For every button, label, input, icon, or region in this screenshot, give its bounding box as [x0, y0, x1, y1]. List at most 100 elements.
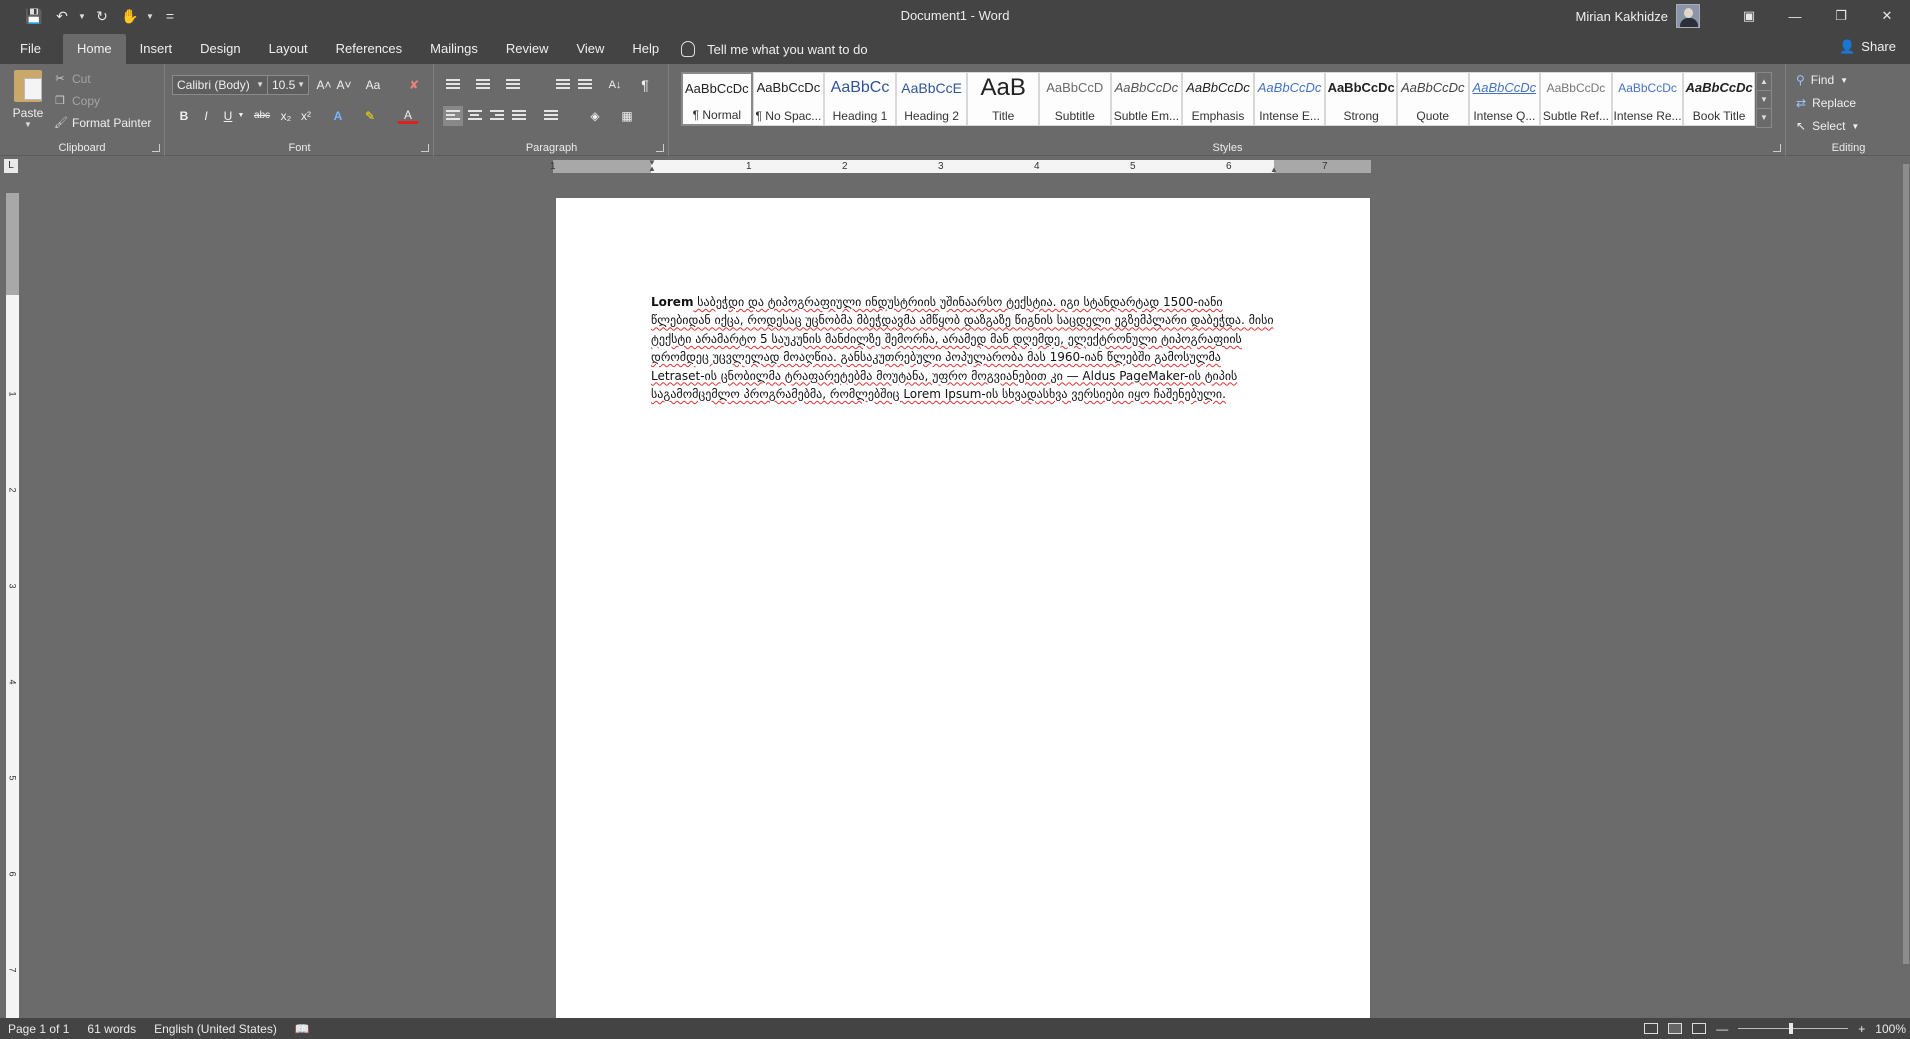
superscript-button[interactable]: x²	[296, 106, 316, 126]
styles-scrollbar[interactable]: ▲ ▼ ▼	[1756, 72, 1772, 128]
multilevel-list-icon[interactable]	[503, 75, 523, 95]
style-subtitle[interactable]: AaBbCcD Subtitle	[1038, 72, 1111, 126]
zoom-out-icon[interactable]: —	[1716, 1022, 1728, 1036]
tab-design[interactable]: Design	[186, 34, 254, 64]
select-button[interactable]: ↖ Select ▼	[1796, 116, 1859, 136]
style-intense-reference[interactable]: AaBbCcDc Intense Re...	[1611, 72, 1684, 126]
tab-help[interactable]: Help	[618, 34, 673, 64]
cut-button[interactable]: ✂ Cut	[54, 70, 90, 88]
show-formatting-button[interactable]: ¶	[635, 75, 655, 95]
language[interactable]: English (United States)	[154, 1022, 277, 1036]
strikethrough-button[interactable]: abc	[250, 106, 274, 126]
avatar[interactable]	[1676, 4, 1700, 28]
subscript-button[interactable]: x₂	[276, 106, 296, 126]
copy-button[interactable]: ❐ Copy	[54, 92, 100, 110]
bullets-icon[interactable]	[443, 75, 463, 95]
align-left-icon[interactable]	[443, 106, 463, 126]
bold-button[interactable]: B	[174, 106, 194, 126]
zoom-slider-thumb[interactable]	[1789, 1023, 1794, 1034]
shrink-font-button[interactable]: A˅	[334, 75, 354, 95]
paragraph-launcher-icon[interactable]	[656, 144, 664, 152]
scrollbar-thumb[interactable]	[1903, 164, 1909, 964]
format-painter-button[interactable]: 🖌 Format Painter	[54, 114, 151, 132]
styles-launcher-icon[interactable]	[1773, 144, 1781, 152]
sort-button[interactable]: A↓	[605, 75, 625, 95]
read-mode-icon[interactable]	[1644, 1023, 1659, 1034]
proofing-icon[interactable]: 📖	[295, 1022, 310, 1036]
right-indent-marker-icon[interactable]: ▲	[1270, 166, 1278, 174]
decrease-indent-icon[interactable]	[553, 75, 573, 95]
clipboard-launcher-icon[interactable]	[152, 144, 160, 152]
chevron-down-icon[interactable]: ▼	[1757, 91, 1771, 109]
web-layout-icon[interactable]	[1692, 1023, 1707, 1034]
highlighter-icon[interactable]: ✎	[360, 106, 380, 126]
undo-dropdown-icon[interactable]: ▼	[76, 12, 88, 21]
ribbon-display-options-icon[interactable]: ▣	[1726, 0, 1772, 32]
document-body[interactable]: Lorem საბეჭდი და ტიპოგრაფიული ინდუსტრიის…	[651, 293, 1277, 403]
underline-button[interactable]: U	[218, 106, 238, 126]
text-effects-button[interactable]: A	[328, 106, 348, 126]
borders-icon[interactable]: ▦	[617, 106, 637, 126]
save-icon[interactable]: 💾	[20, 2, 48, 30]
grow-font-button[interactable]: A˄	[314, 75, 334, 95]
zoom-in-icon[interactable]: +	[1858, 1022, 1865, 1036]
style-heading-2[interactable]: AaBbCcE Heading 2	[895, 72, 968, 126]
tell-me-box[interactable]: Tell me what you want to do	[681, 34, 868, 64]
font-name-combo[interactable]: Calibri (Body) ▼	[172, 75, 268, 95]
tab-insert[interactable]: Insert	[126, 34, 187, 64]
horizontal-ruler[interactable]: 1 1 2 3 4 5 6 7 ▼ ▲ ▲	[550, 159, 1371, 174]
user-name[interactable]: Mirian Kakhidze	[1576, 9, 1669, 24]
redo-icon[interactable]: ↻	[88, 2, 116, 30]
font-color-button[interactable]: A	[398, 106, 418, 124]
chevron-up-icon[interactable]: ▲	[1757, 73, 1771, 91]
style-intense-quote[interactable]: AaBbCcDc Intense Q...	[1468, 72, 1541, 126]
font-launcher-icon[interactable]	[421, 144, 429, 152]
style-title[interactable]: AaB Title	[967, 72, 1039, 126]
share-button[interactable]: 👤 Share	[1839, 32, 1896, 62]
underline-dropdown-icon[interactable]: ▼	[236, 106, 246, 126]
page-count[interactable]: Page 1 of 1	[8, 1022, 69, 1036]
word-count[interactable]: 61 words	[87, 1022, 136, 1036]
vertical-scrollbar[interactable]	[1902, 158, 1910, 1018]
vertical-ruler[interactable]: 1 1 2 3 4 5 6 7	[6, 193, 19, 1018]
close-icon[interactable]: ✕	[1864, 0, 1910, 32]
clear-formatting-icon[interactable]: ✘	[404, 75, 424, 95]
replace-button[interactable]: ⇄ Replace	[1796, 93, 1856, 113]
style-no-spacing[interactable]: AaBbCcDc ¶ No Spac...	[752, 72, 825, 126]
tab-home[interactable]: Home	[62, 34, 126, 64]
tab-review[interactable]: Review	[492, 34, 563, 64]
font-size-combo[interactable]: 10.5 ▼	[267, 75, 309, 95]
change-case-button[interactable]: Aa	[360, 75, 386, 95]
style-intense-emphasis[interactable]: AaBbCcDc Intense E...	[1253, 72, 1326, 126]
print-layout-icon[interactable]	[1668, 1023, 1683, 1034]
paste-button[interactable]: Paste ▼	[10, 70, 46, 140]
style-normal[interactable]: AaBbCcDc ¶ Normal	[681, 72, 753, 126]
style-emphasis[interactable]: AaBbCcDc Emphasis	[1182, 72, 1254, 126]
align-center-icon[interactable]	[465, 106, 485, 126]
justify-icon[interactable]	[509, 106, 529, 126]
restore-icon[interactable]: ❐	[1818, 0, 1864, 32]
increase-indent-icon[interactable]	[575, 75, 595, 95]
tab-layout[interactable]: Layout	[255, 34, 322, 64]
zoom-slider[interactable]	[1738, 1023, 1849, 1034]
touch-mode-icon[interactable]: ✋	[116, 2, 144, 30]
style-subtle-reference[interactable]: AaBbCcDc Subtle Ref...	[1540, 72, 1612, 126]
shading-icon[interactable]: ◈	[585, 106, 605, 126]
style-book-title[interactable]: AaBbCcDc Book Title	[1683, 72, 1755, 126]
undo-icon[interactable]: ↶	[48, 2, 76, 30]
indent-marker-icon[interactable]: ▼ ▲	[648, 159, 656, 173]
style-subtle-emphasis[interactable]: AaBbCcDc Subtle Em...	[1110, 72, 1183, 126]
style-heading-1[interactable]: AaBbCc Heading 1	[824, 72, 896, 126]
more-styles-icon[interactable]: ▼	[1757, 109, 1771, 127]
align-right-icon[interactable]	[487, 106, 507, 126]
tab-references[interactable]: References	[322, 34, 416, 64]
italic-button[interactable]: I	[196, 106, 216, 126]
tab-file[interactable]: File	[6, 34, 55, 64]
document-page[interactable]: Lorem საბეჭდი და ტიპოგრაფიული ინდუსტრიის…	[556, 198, 1370, 1018]
zoom-level[interactable]: 100%	[1875, 1022, 1906, 1036]
minimize-icon[interactable]: —	[1772, 0, 1818, 32]
tab-view[interactable]: View	[562, 34, 618, 64]
numbering-icon[interactable]	[473, 75, 493, 95]
tab-selector[interactable]: L	[4, 159, 18, 173]
style-quote[interactable]: AaBbCcDc Quote	[1396, 72, 1469, 126]
